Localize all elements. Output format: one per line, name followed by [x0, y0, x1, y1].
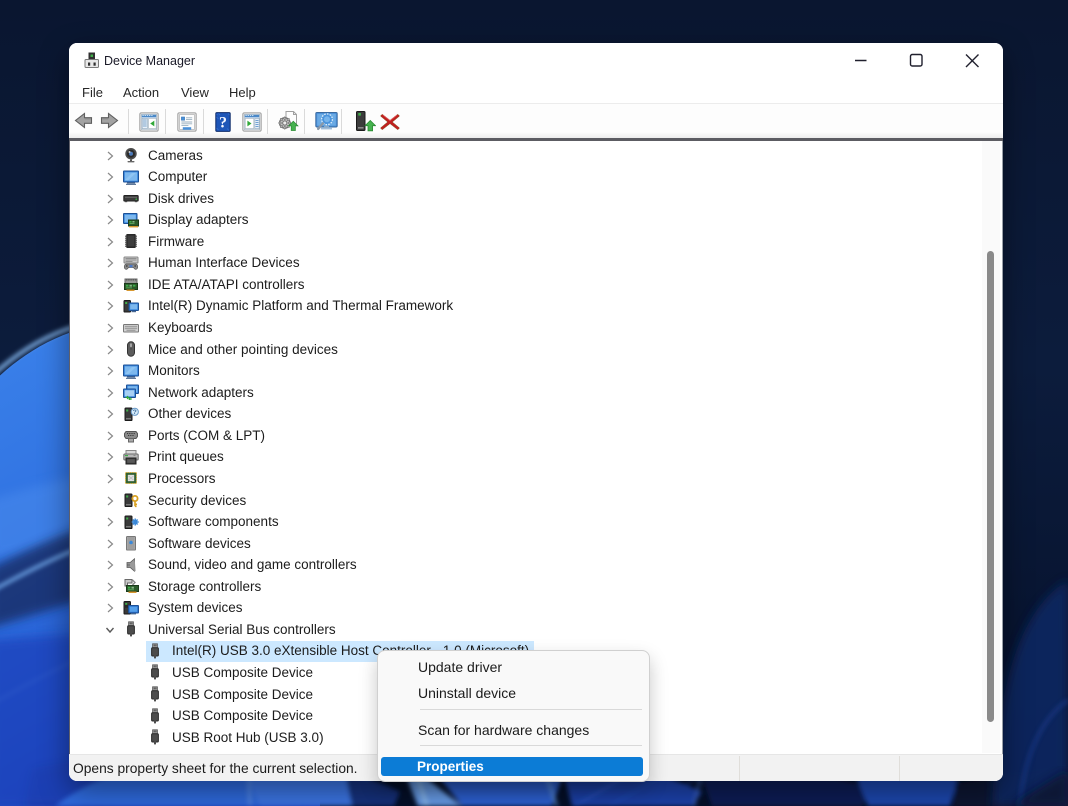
svg-text:?: ?: [219, 114, 227, 131]
svg-text:?: ?: [133, 409, 137, 416]
